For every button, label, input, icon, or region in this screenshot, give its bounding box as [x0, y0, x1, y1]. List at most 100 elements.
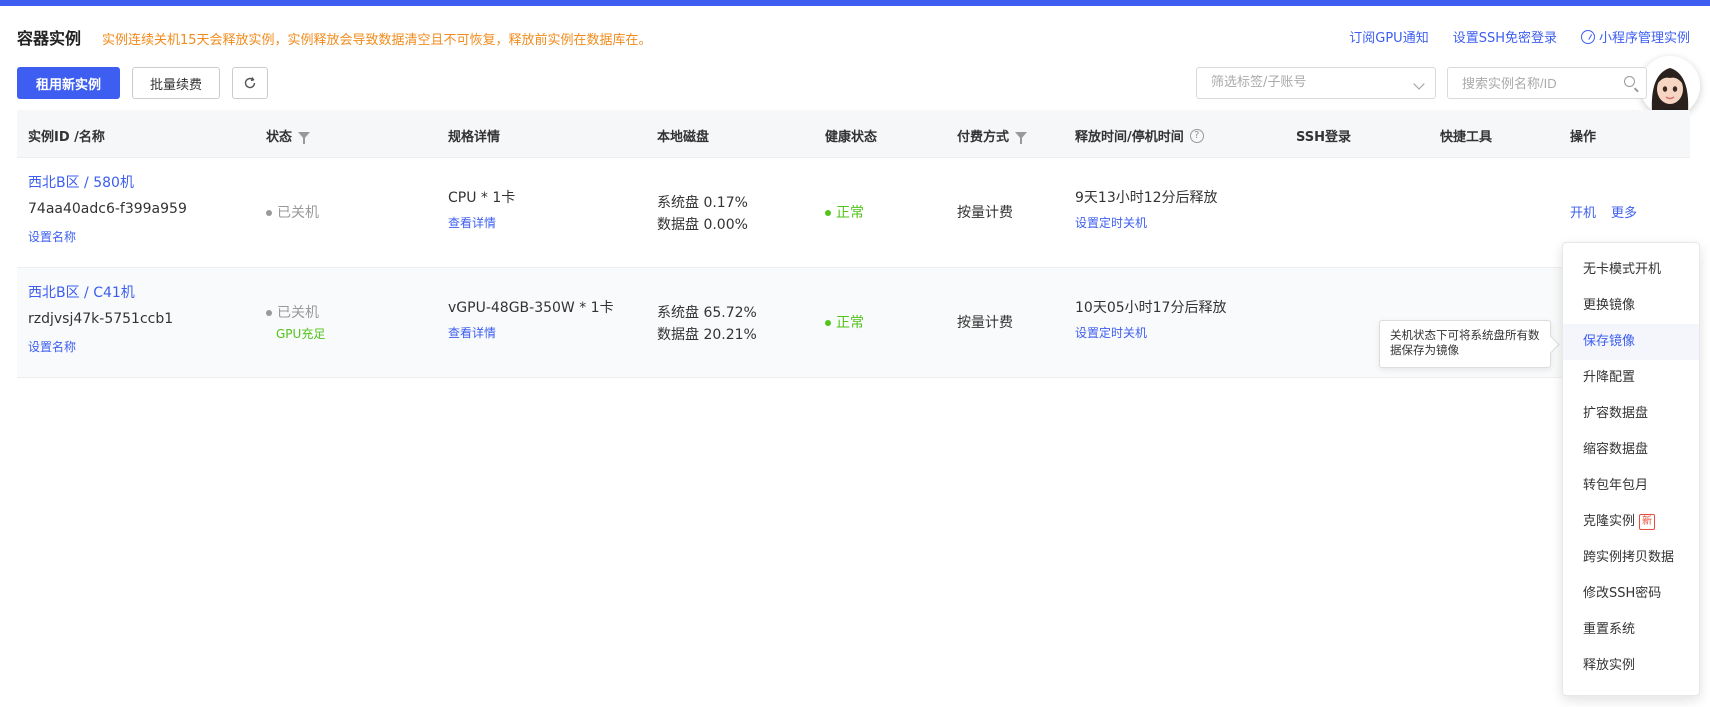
col-disk-label: 本地磁盘 [657, 130, 710, 145]
search-input[interactable] [1447, 67, 1647, 99]
tag-subaccount-filter[interactable]: 筛选标签/子账号 [1196, 67, 1436, 99]
page-title: 容器实例 [17, 29, 82, 48]
menu-item-label: 跨实例拷贝数据 [1583, 550, 1675, 565]
col-payment: 付费方式 [957, 126, 1028, 145]
power-on-button[interactable]: 开机 [1570, 202, 1596, 221]
col-ssh: SSH登录 [1296, 126, 1351, 145]
col-status: 状态 [266, 126, 311, 145]
set-scheduled-shutdown-link[interactable]: 设置定时关机 [1075, 214, 1147, 231]
menu-item-label: 升降配置 [1583, 370, 1636, 385]
col-spec-label: 规格详情 [448, 130, 501, 145]
menu-item-release-instance[interactable]: 释放实例 [1563, 648, 1699, 684]
set-name-link[interactable]: 设置名称 [28, 228, 76, 245]
instance-name-link[interactable]: 西北B区 / 580机 [28, 172, 134, 192]
menu-item-resize-config[interactable]: 升降配置 [1563, 360, 1699, 396]
refresh-button[interactable] [232, 67, 268, 99]
menu-item-switch-subscription[interactable]: 转包年包月 [1563, 468, 1699, 504]
system-disk-usage: 系统盘 65.72% [657, 305, 757, 321]
new-badge: 新 [1639, 514, 1656, 530]
top-links: 订阅GPU通知 设置SSH免密登录 小程序管理实例 [1349, 27, 1690, 46]
status-badge: 已关机 [266, 302, 319, 322]
menu-item-save-image[interactable]: 保存镜像 [1563, 324, 1699, 360]
menu-item-cardless-boot[interactable]: 无卡模式开机 [1563, 252, 1699, 288]
system-disk-usage: 系统盘 0.17% [657, 195, 748, 211]
menu-item-label: 克隆实例 [1583, 514, 1636, 529]
health-text: 正常 [836, 315, 864, 331]
menu-item-label: 修改SSH密码 [1583, 586, 1662, 601]
col-tools-label: 快捷工具 [1440, 130, 1493, 145]
view-detail-link[interactable]: 查看详情 [448, 324, 496, 341]
top-accent-bar [0, 0, 1710, 6]
col-payment-label: 付费方式 [957, 130, 1010, 145]
col-id-label: 实例ID /名称 [28, 130, 105, 145]
col-ssh-label: SSH登录 [1296, 130, 1352, 145]
table-row: 西北B区 / 580机 74aa40adc6-f399a959 设置名称 已关机… [17, 158, 1690, 268]
menu-item-label: 缩容数据盘 [1583, 442, 1649, 457]
col-release-label: 释放时间/停机时间 [1075, 130, 1184, 145]
col-actions-label: 操作 [1570, 130, 1597, 145]
batch-renew-button[interactable]: 批量续费 [132, 67, 220, 99]
status-dot [266, 310, 272, 316]
status-filter-icon[interactable] [298, 132, 311, 144]
col-release: 释放时间/停机时间 ? [1075, 126, 1204, 145]
payment-filter-icon[interactable] [1015, 132, 1028, 144]
menu-item-label: 扩容数据盘 [1583, 406, 1649, 421]
health-badge: 正常 [825, 202, 864, 222]
assistant-avatar[interactable] [1640, 56, 1700, 116]
subscribe-gpu-link[interactable]: 订阅GPU通知 [1349, 27, 1428, 46]
ssh-passwordless-link[interactable]: 设置SSH免密登录 [1453, 27, 1557, 46]
data-disk-usage: 数据盘 20.21% [657, 327, 757, 343]
menu-item-label: 转包年包月 [1583, 478, 1649, 493]
data-disk-usage: 数据盘 0.00% [657, 217, 748, 233]
status-dot [266, 210, 272, 216]
set-scheduled-shutdown-link[interactable]: 设置定时关机 [1075, 324, 1147, 341]
search-icon[interactable] [1624, 76, 1635, 87]
health-dot [825, 320, 831, 326]
instance-id: 74aa40adc6-f399a959 [28, 201, 187, 217]
menu-item-label: 更换镜像 [1583, 298, 1636, 313]
instance-id: rzdjvsj47k-5751ccb1 [28, 311, 174, 327]
rent-new-instance-button[interactable]: 租用新实例 [17, 67, 120, 99]
menu-item-clone-instance[interactable]: 克隆实例新 [1563, 504, 1699, 540]
menu-item-label: 保存镜像 [1583, 334, 1636, 349]
more-actions-button[interactable]: 更多 [1611, 202, 1637, 221]
set-name-link[interactable]: 设置名称 [28, 338, 76, 355]
health-dot [825, 210, 831, 216]
menu-item-expand-data-disk[interactable]: 扩容数据盘 [1563, 396, 1699, 432]
menu-item-label: 无卡模式开机 [1583, 262, 1662, 277]
payment-type: 按量计费 [957, 205, 1013, 221]
health-text: 正常 [836, 205, 864, 221]
menu-item-cross-instance-copy[interactable]: 跨实例拷贝数据 [1563, 540, 1699, 576]
col-id: 实例ID /名称 [28, 126, 105, 145]
filter-placeholder: 筛选标签/子账号 [1211, 75, 1307, 90]
release-warning: 实例连续关机15天会释放实例，实例释放会导致数据清空且不可恢复，释放前实例在数据… [102, 33, 652, 48]
menu-item-label: 释放实例 [1583, 658, 1636, 673]
spec-text: CPU * 1卡 [448, 190, 516, 206]
mini-program-label: 小程序管理实例 [1598, 31, 1690, 46]
status-text: 已关机 [277, 305, 319, 321]
mini-program-icon [1580, 29, 1595, 44]
more-actions-menu: 无卡模式开机 更换镜像 保存镜像 升降配置 扩容数据盘 缩容数据盘 转包年包月 … [1562, 242, 1700, 696]
col-actions: 操作 [1570, 126, 1596, 145]
refresh-icon [244, 77, 256, 89]
view-detail-link[interactable]: 查看详情 [448, 214, 496, 231]
menu-item-label: 重置系统 [1583, 622, 1636, 637]
save-image-tooltip: 关机状态下可将系统盘所有数据保存为镜像 [1379, 320, 1551, 368]
col-disk: 本地磁盘 [657, 126, 709, 145]
menu-item-reset-system[interactable]: 重置系统 [1563, 612, 1699, 648]
payment-type: 按量计费 [957, 315, 1013, 331]
help-icon[interactable]: ? [1189, 128, 1204, 143]
menu-item-change-ssh-password[interactable]: 修改SSH密码 [1563, 576, 1699, 612]
menu-item-change-image[interactable]: 更换镜像 [1563, 288, 1699, 324]
chevron-down-icon [1413, 78, 1425, 90]
table-header: 实例ID /名称 状态 规格详情 本地磁盘 健康状态 付费方式 释放时间/停机时… [17, 110, 1690, 158]
menu-item-shrink-data-disk[interactable]: 缩容数据盘 [1563, 432, 1699, 468]
mini-program-link[interactable]: 小程序管理实例 [1580, 27, 1690, 46]
col-spec: 规格详情 [448, 126, 500, 145]
col-tools: 快捷工具 [1440, 126, 1492, 145]
col-health: 健康状态 [825, 126, 877, 145]
spec-text: vGPU-48GB-350W * 1卡 [448, 300, 614, 316]
release-time: 10天05小时17分后释放 [1075, 300, 1227, 316]
instance-name-link[interactable]: 西北B区 / C41机 [28, 282, 135, 302]
col-health-label: 健康状态 [825, 130, 878, 145]
